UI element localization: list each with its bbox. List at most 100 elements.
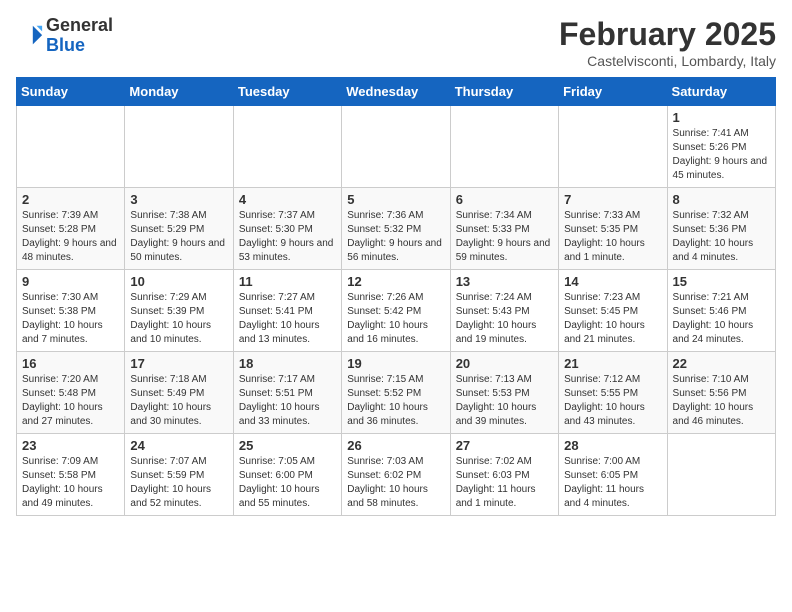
calendar-cell: 22Sunrise: 7:10 AM Sunset: 5:56 PM Dayli… xyxy=(667,352,775,434)
day-number: 5 xyxy=(347,192,444,207)
day-number: 24 xyxy=(130,438,227,453)
calendar-cell: 9 Sunrise: 7:30 AM Sunset: 5:38 PM Daylig… xyxy=(17,270,125,352)
calendar-cell: 26 Sunrise: 7:03 AM Sunset: 6:02 PM Dayli… xyxy=(342,434,450,516)
week-row-2: 2 Sunrise: 7:39 AM Sunset: 5:28 PM Daylig… xyxy=(17,188,776,270)
calendar-cell xyxy=(559,106,667,188)
day-number: 1 xyxy=(673,110,770,125)
week-row-3: 9 Sunrise: 7:30 AM Sunset: 5:38 PM Daylig… xyxy=(17,270,776,352)
day-number: 25 xyxy=(239,438,336,453)
day-number: 15 xyxy=(673,274,770,289)
calendar-cell: 8 Sunrise: 7:32 AM Sunset: 5:36 PM Daylig… xyxy=(667,188,775,270)
day-number: 3 xyxy=(130,192,227,207)
day-info: Sunrise: 7:12 AM Sunset: 5:55 PM Dayligh… xyxy=(564,373,661,429)
day-number: 9 xyxy=(22,274,119,289)
calendar-cell: 10Sunrise: 7:29 AM Sunset: 5:39 PM Dayli… xyxy=(125,270,233,352)
day-info: Sunrise: 7:15 AM Sunset: 5:52 PM Dayligh… xyxy=(347,373,444,429)
calendar-cell: 6 Sunrise: 7:34 AM Sunset: 5:33 PM Daylig… xyxy=(450,188,558,270)
calendar-cell: 23Sunrise: 7:09 AM Sunset: 5:58 PM Dayli… xyxy=(17,434,125,516)
location: Castelvisconti, Lombardy, Italy xyxy=(559,53,776,69)
day-number: 28 xyxy=(564,438,661,453)
logo-general: General xyxy=(46,15,113,35)
day-info: Sunrise: 7:03 AM Sunset: 6:02 PM Dayligh… xyxy=(347,455,444,511)
day-info: Sunrise: 7:10 AM Sunset: 5:56 PM Dayligh… xyxy=(673,373,770,429)
logo-icon xyxy=(16,22,44,50)
weekday-header-sunday: Sunday xyxy=(17,78,125,106)
day-number: 7 xyxy=(564,192,661,207)
day-info: Sunrise: 7:32 AM Sunset: 5:36 PM Dayligh… xyxy=(673,209,770,265)
calendar-cell xyxy=(125,106,233,188)
weekday-header-monday: Monday xyxy=(125,78,233,106)
day-info: Sunrise: 7:21 AM Sunset: 5:46 PM Dayligh… xyxy=(673,291,770,347)
calendar-cell xyxy=(342,106,450,188)
weekday-header-tuesday: Tuesday xyxy=(233,78,341,106)
day-info: Sunrise: 7:26 AM Sunset: 5:42 PM Dayligh… xyxy=(347,291,444,347)
day-number: 18 xyxy=(239,356,336,371)
calendar-cell: 7 Sunrise: 7:33 AM Sunset: 5:35 PM Daylig… xyxy=(559,188,667,270)
day-info: Sunrise: 7:39 AM Sunset: 5:28 PM Dayligh… xyxy=(22,209,119,265)
logo: General Blue xyxy=(16,16,113,56)
day-info: Sunrise: 7:33 AM Sunset: 5:35 PM Dayligh… xyxy=(564,209,661,265)
day-info: Sunrise: 7:27 AM Sunset: 5:41 PM Dayligh… xyxy=(239,291,336,347)
day-info: Sunrise: 7:20 AM Sunset: 5:48 PM Dayligh… xyxy=(22,373,119,429)
calendar-cell: 15 Sunrise: 7:21 AM Sunset: 5:46 PM Dayli… xyxy=(667,270,775,352)
day-number: 17 xyxy=(130,356,227,371)
calendar-table: SundayMondayTuesdayWednesdayThursdayFrid… xyxy=(16,77,776,516)
day-info: Sunrise: 7:34 AM Sunset: 5:33 PM Dayligh… xyxy=(456,209,553,265)
logo-text: General Blue xyxy=(46,16,113,56)
calendar-cell: 28 Sunrise: 7:00 AM Sunset: 6:05 PM Dayli… xyxy=(559,434,667,516)
day-info: Sunrise: 7:05 AM Sunset: 6:00 PM Dayligh… xyxy=(239,455,336,511)
calendar-cell: 18Sunrise: 7:17 AM Sunset: 5:51 PM Dayli… xyxy=(233,352,341,434)
week-row-1: 1 Sunrise: 7:41 AM Sunset: 5:26 PM Daylig… xyxy=(17,106,776,188)
weekday-header-friday: Friday xyxy=(559,78,667,106)
day-info: Sunrise: 7:29 AM Sunset: 5:39 PM Dayligh… xyxy=(130,291,227,347)
calendar-cell: 27 Sunrise: 7:02 AM Sunset: 6:03 PM Dayli… xyxy=(450,434,558,516)
page-header: General Blue February 2025 Castelviscont… xyxy=(16,16,776,69)
calendar-cell: 2 Sunrise: 7:39 AM Sunset: 5:28 PM Daylig… xyxy=(17,188,125,270)
calendar-cell: 19 Sunrise: 7:15 AM Sunset: 5:52 PM Dayli… xyxy=(342,352,450,434)
calendar-cell: 14Sunrise: 7:23 AM Sunset: 5:45 PM Dayli… xyxy=(559,270,667,352)
day-number: 13 xyxy=(456,274,553,289)
weekday-header-wednesday: Wednesday xyxy=(342,78,450,106)
title-area: February 2025 Castelvisconti, Lombardy, … xyxy=(559,16,776,69)
weekday-header-saturday: Saturday xyxy=(667,78,775,106)
day-info: Sunrise: 7:37 AM Sunset: 5:30 PM Dayligh… xyxy=(239,209,336,265)
calendar-cell: 4Sunrise: 7:37 AM Sunset: 5:30 PM Daylig… xyxy=(233,188,341,270)
day-number: 6 xyxy=(456,192,553,207)
calendar-cell: 5Sunrise: 7:36 AM Sunset: 5:32 PM Daylig… xyxy=(342,188,450,270)
day-number: 8 xyxy=(673,192,770,207)
weekday-header-row: SundayMondayTuesdayWednesdayThursdayFrid… xyxy=(17,78,776,106)
calendar-cell xyxy=(667,434,775,516)
day-info: Sunrise: 7:38 AM Sunset: 5:29 PM Dayligh… xyxy=(130,209,227,265)
calendar-cell: 11 Sunrise: 7:27 AM Sunset: 5:41 PM Dayli… xyxy=(233,270,341,352)
calendar-cell xyxy=(450,106,558,188)
month-year: February 2025 xyxy=(559,16,776,53)
day-info: Sunrise: 7:30 AM Sunset: 5:38 PM Dayligh… xyxy=(22,291,119,347)
day-number: 2 xyxy=(22,192,119,207)
day-info: Sunrise: 7:13 AM Sunset: 5:53 PM Dayligh… xyxy=(456,373,553,429)
day-info: Sunrise: 7:00 AM Sunset: 6:05 PM Dayligh… xyxy=(564,455,661,511)
day-info: Sunrise: 7:41 AM Sunset: 5:26 PM Dayligh… xyxy=(673,127,770,183)
day-number: 12 xyxy=(347,274,444,289)
calendar-cell: 21 Sunrise: 7:12 AM Sunset: 5:55 PM Dayli… xyxy=(559,352,667,434)
weekday-header-thursday: Thursday xyxy=(450,78,558,106)
calendar-cell: 20Sunrise: 7:13 AM Sunset: 5:53 PM Dayli… xyxy=(450,352,558,434)
calendar-cell: 24Sunrise: 7:07 AM Sunset: 5:59 PM Dayli… xyxy=(125,434,233,516)
calendar-cell: 16 Sunrise: 7:20 AM Sunset: 5:48 PM Dayli… xyxy=(17,352,125,434)
day-number: 26 xyxy=(347,438,444,453)
calendar-cell: 3 Sunrise: 7:38 AM Sunset: 5:29 PM Daylig… xyxy=(125,188,233,270)
day-number: 14 xyxy=(564,274,661,289)
calendar-cell: 12 Sunrise: 7:26 AM Sunset: 5:42 PM Dayli… xyxy=(342,270,450,352)
calendar-cell: 1 Sunrise: 7:41 AM Sunset: 5:26 PM Daylig… xyxy=(667,106,775,188)
day-info: Sunrise: 7:02 AM Sunset: 6:03 PM Dayligh… xyxy=(456,455,553,511)
calendar-cell: 17Sunrise: 7:18 AM Sunset: 5:49 PM Dayli… xyxy=(125,352,233,434)
day-number: 16 xyxy=(22,356,119,371)
day-number: 21 xyxy=(564,356,661,371)
day-number: 11 xyxy=(239,274,336,289)
week-row-4: 16 Sunrise: 7:20 AM Sunset: 5:48 PM Dayli… xyxy=(17,352,776,434)
day-number: 27 xyxy=(456,438,553,453)
calendar-cell: 13Sunrise: 7:24 AM Sunset: 5:43 PM Dayli… xyxy=(450,270,558,352)
day-number: 19 xyxy=(347,356,444,371)
calendar-cell xyxy=(17,106,125,188)
logo-blue: Blue xyxy=(46,35,85,55)
week-row-5: 23Sunrise: 7:09 AM Sunset: 5:58 PM Dayli… xyxy=(17,434,776,516)
